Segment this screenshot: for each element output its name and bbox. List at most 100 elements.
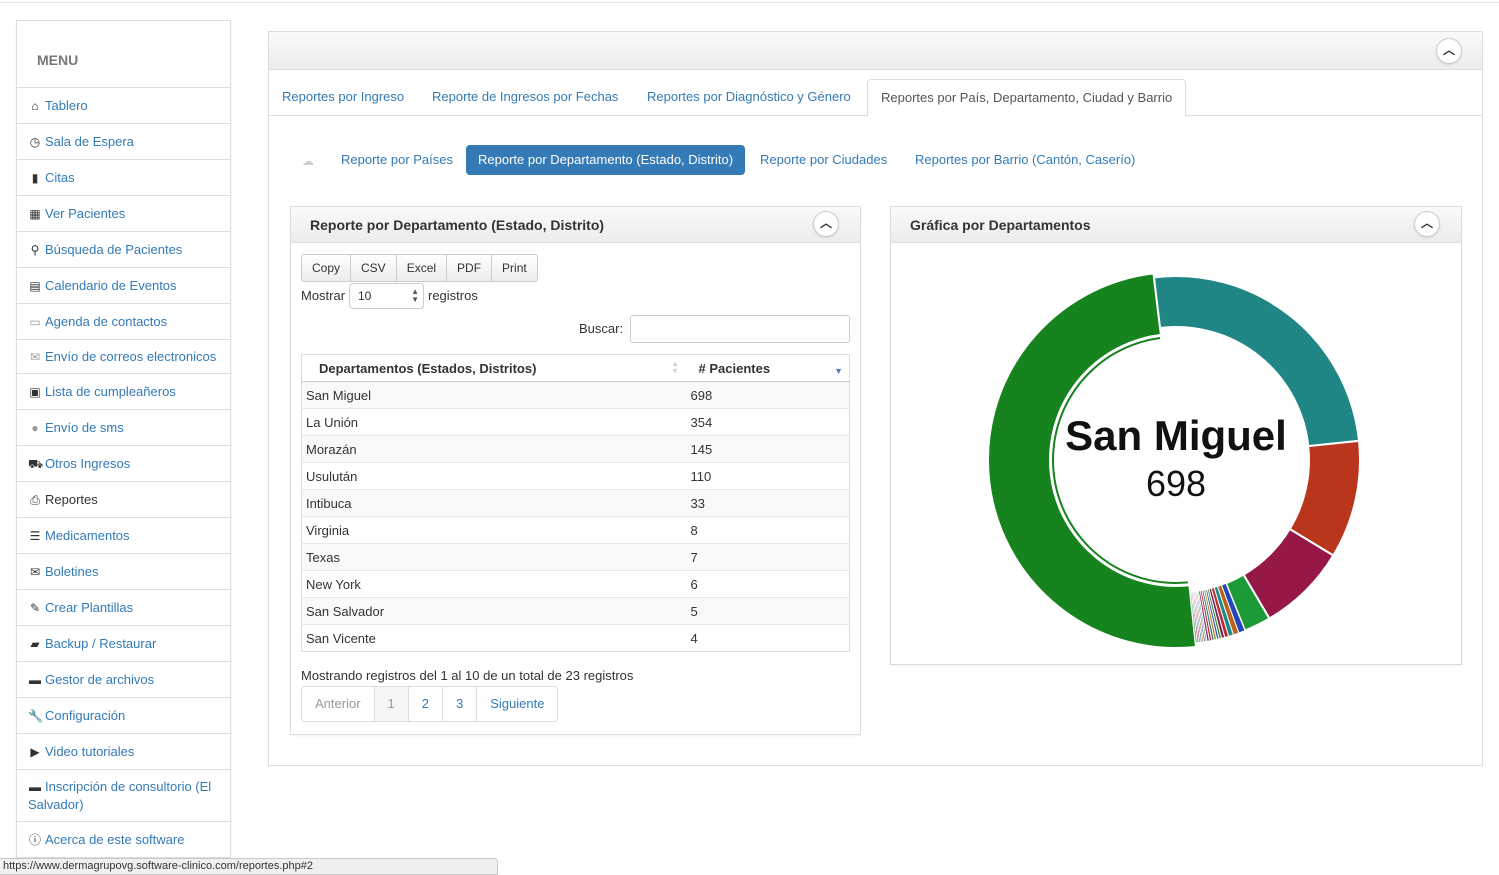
sidebar-item-print[interactable]: ⎙ Reportes (17, 482, 230, 518)
sidebar-item-label: Agenda de contactos (45, 314, 168, 329)
patients-count-cell: 33 (686, 489, 850, 517)
sidebar-item-list[interactable]: ☰ Medicamentos (17, 518, 230, 554)
sort-desc-icon: ▼ (834, 366, 843, 376)
sidebar-item-label: Calendario de Eventos (45, 278, 177, 293)
department-table: Departamentos (Estados, Distritos) ▲ ▼ # … (301, 354, 850, 652)
copy-button[interactable]: Copy (301, 254, 352, 282)
pill-paises[interactable]: Reporte por Países (329, 145, 465, 175)
collapse-chevron-up-icon[interactable]: ︿ (813, 211, 839, 237)
column-header-pacientes[interactable]: # Pacientes ▼ (686, 354, 850, 382)
patients-count-cell: 8 (686, 516, 850, 544)
length-suffix: registros (428, 288, 478, 303)
page-length-select[interactable]: 10 ▲ ▼ (349, 283, 424, 309)
select-arrows-icon: ▲ ▼ (411, 287, 419, 304)
sidebar-item-wrench[interactable]: 🔧 Configuración (17, 698, 230, 734)
table-info: Mostrando registros del 1 al 10 de un to… (301, 668, 634, 683)
info-icon: ⓘ (28, 833, 41, 847)
department-cell: Texas (301, 543, 687, 571)
sidebar-item-info[interactable]: ⓘ Acerca de este software (17, 822, 230, 858)
sidebar-item-edit[interactable]: ✎ Crear Plantillas (17, 590, 230, 626)
tab-ingresos-por-fechas[interactable]: Reporte de Ingresos por Fechas (419, 79, 631, 116)
collapse-chevron-up-icon[interactable]: ︿ (1436, 38, 1462, 64)
pill-barrio[interactable]: Reportes por Barrio (Cantón, Caserío) (903, 145, 1147, 175)
sidebar-item-calendar[interactable]: ▤ Calendario de Eventos (17, 268, 230, 304)
previous-page-button[interactable]: Anterior (301, 686, 375, 722)
clock-icon: ◷ (29, 135, 41, 149)
sidebar-item-gift[interactable]: ▣ Lista de cumpleañeros (17, 374, 230, 410)
patients-count-cell: 7 (686, 543, 850, 571)
sidebar-item-label: Lista de cumpleañeros (45, 384, 176, 399)
print-button[interactable]: Print (491, 254, 538, 282)
patients-count-cell: 6 (686, 570, 850, 598)
sidebar-item-home[interactable]: ⌂ Tablero (17, 88, 230, 124)
page-length-value: 10 (358, 289, 372, 303)
department-cell: Usulután (301, 462, 687, 490)
grid-icon: ▦ (29, 207, 41, 221)
chat-icon: ● (31, 421, 39, 435)
sidebar-item-label: Envío de correos electronicos (45, 349, 217, 364)
sidebar-item-label: Otros Ingresos (45, 456, 131, 471)
edit-icon: ✎ (29, 601, 41, 615)
sidebar-item-search[interactable]: ⚲ Búsqueda de Pacientes (17, 232, 230, 268)
sidebar-item-label: Reportes (45, 492, 98, 507)
table-row: La Unión 354 (301, 408, 850, 436)
sidebar-item-clock[interactable]: ◷ Sala de Espera (17, 124, 230, 160)
pill-departamento[interactable]: Reporte por Departamento (Estado, Distri… (466, 145, 746, 175)
search-icon: ⚲ (30, 243, 40, 257)
sidebar-item-label: Búsqueda de Pacientes (45, 242, 183, 257)
sidebar-item-briefcase[interactable]: ▬ Inscripción de consultorio (El Salvador… (17, 770, 230, 822)
sidebar-item-envelope[interactable]: ✉ Boletines (17, 554, 230, 590)
pill-ciudades[interactable]: Reporte por Ciudades (748, 145, 899, 175)
next-page-button[interactable]: Siguiente (476, 686, 559, 722)
reports-panel: ︿ Reportes por Ingreso Reporte de Ingres… (268, 31, 1483, 766)
sidebar-item-label: Video tutoriales (45, 744, 135, 759)
csv-button[interactable]: CSV (350, 254, 397, 282)
tab-diagnostico-genero[interactable]: Reportes por Diagnóstico y Género (634, 79, 864, 116)
donut-slice-san-miguel[interactable] (986, 272, 1198, 649)
sidebar-item-address-book[interactable]: ▭ Agenda de contactos (17, 304, 230, 340)
sidebar-item-hdd[interactable]: ▰ Backup / Restaurar (17, 626, 230, 662)
donut-slices (986, 272, 1361, 649)
patients-count-cell: 110 (686, 462, 850, 490)
collapse-chevron-up-icon[interactable]: ︿ (1414, 211, 1440, 237)
sidebar-item-folder[interactable]: ▬ Gestor de archivos (17, 662, 230, 698)
excel-button[interactable]: Excel (395, 254, 448, 282)
search-input[interactable] (630, 315, 850, 343)
sidebar-item-label: Backup / Restaurar (45, 636, 157, 651)
list-icon: ☰ (29, 529, 41, 543)
table-row: Morazán 145 (301, 435, 850, 463)
menu-title: MENU (17, 21, 230, 88)
column-header-label: # Pacientes (698, 360, 771, 376)
department-cell: Morazán (301, 435, 687, 463)
sidebar-item-label: Envío de sms (45, 420, 124, 435)
department-cell: Intibuca (301, 489, 687, 517)
sidebar-item-label: Crear Plantillas (45, 600, 134, 615)
department-cell: San Miguel (301, 381, 687, 409)
sidebar-item-video[interactable]: ▶ Video tutoriales (17, 734, 230, 770)
sidebar-item-label: Citas (45, 170, 75, 185)
sidebar-item-cart[interactable]: ⛟ Otros Ingresos (17, 446, 230, 482)
page-2-button[interactable]: 2 (407, 686, 443, 722)
calendar-icon: ▤ (29, 279, 41, 293)
sidebar-menu: MENU ⌂ Tablero ◷ Sala de Espera ▮ Citas ▦ Ver P… (16, 20, 231, 875)
sidebar-item-chat[interactable]: ● Envío de sms (17, 410, 230, 446)
pdf-button[interactable]: PDF (446, 254, 493, 282)
table-body: San Miguel 698 La Unión 354 Morazán 145 Usulut… (301, 381, 850, 652)
department-donut-chart: San Miguel 698 (986, 272, 1361, 649)
export-buttons: Copy CSV Excel PDF Print (301, 254, 538, 282)
sidebar-item-grid[interactable]: ▦ Ver Pacientes (17, 196, 230, 232)
column-header-departamentos[interactable]: Departamentos (Estados, Distritos) ▲ ▼ (301, 354, 687, 382)
sidebar-item-book[interactable]: ▮ Citas (17, 160, 230, 196)
table-row: Virginia 8 (301, 516, 850, 544)
department-cell: New York (301, 570, 687, 598)
table-row: San Vicente 4 (301, 624, 850, 652)
sidebar-item-envelope-open[interactable]: ✉ Envío de correos electronicos (17, 340, 230, 374)
tab-pais-departamento[interactable]: Reportes por País, Departamento, Ciudad … (867, 79, 1187, 117)
sidebar-item-label: Medicamentos (45, 528, 130, 543)
page-1-button[interactable]: 1 (373, 686, 409, 722)
browser-top-border (0, 0, 1499, 3)
tab-reportes-por-ingreso[interactable]: Reportes por Ingreso (269, 79, 417, 116)
page-3-button[interactable]: 3 (442, 686, 478, 722)
department-cell: Virginia (301, 516, 687, 544)
department-table-title: Reporte por Departamento (Estado, Distri… (291, 207, 860, 243)
